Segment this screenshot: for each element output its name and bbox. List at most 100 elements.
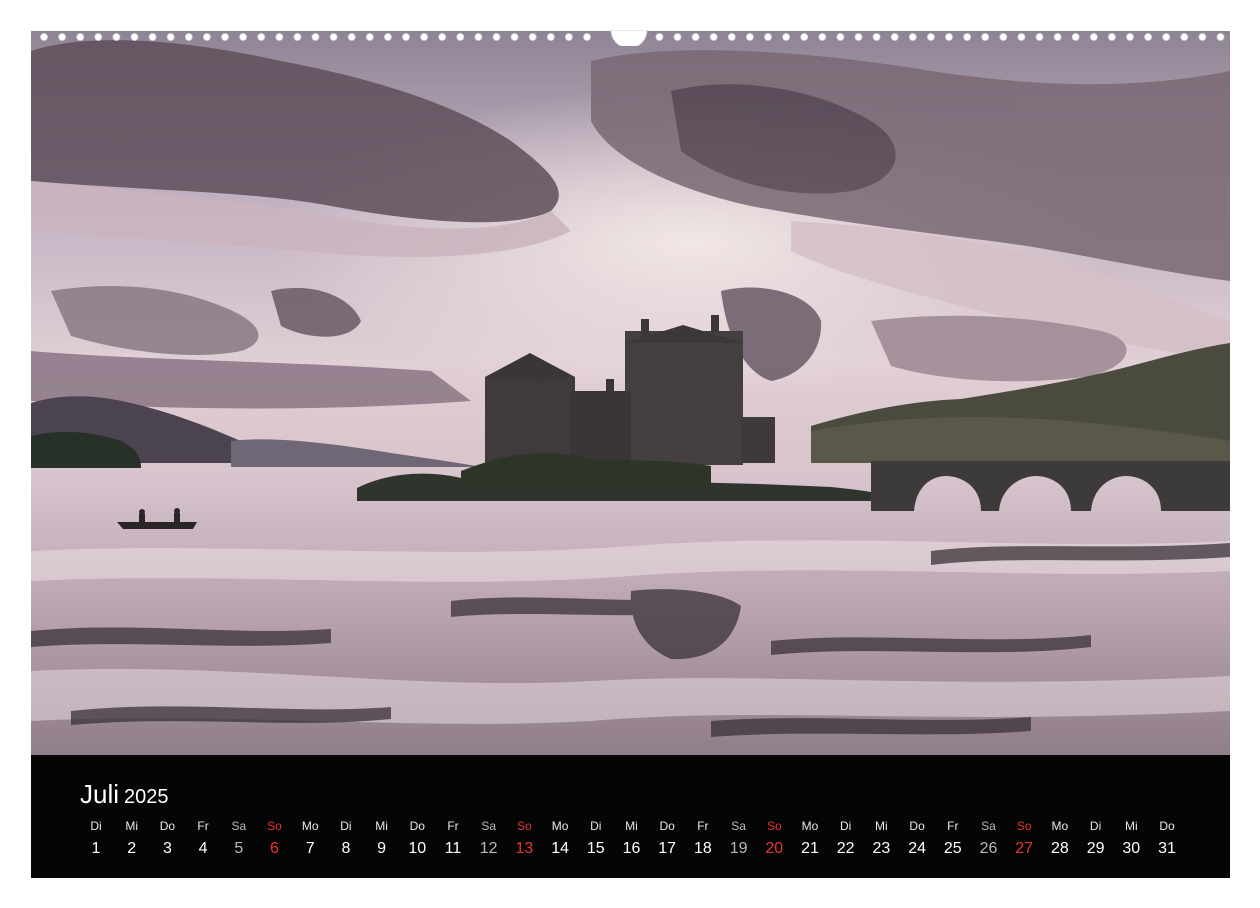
day-number: 15 bbox=[586, 840, 605, 857]
binding-hole bbox=[818, 33, 827, 41]
binding-hole bbox=[184, 33, 193, 41]
weekday-label: Mi bbox=[625, 819, 638, 833]
weekday-label: So bbox=[1016, 819, 1032, 833]
binding-hole bbox=[148, 33, 157, 41]
weekday-label: Sa bbox=[481, 819, 497, 833]
weekday-label: Di bbox=[340, 819, 352, 833]
day-1: Di 1 bbox=[76, 817, 116, 858]
weekday-label: Di bbox=[1089, 819, 1102, 833]
weekday-label: Di bbox=[590, 819, 602, 833]
binding-hole bbox=[528, 33, 537, 41]
binding-hole bbox=[239, 33, 248, 41]
day-24: Do 24 bbox=[897, 817, 937, 858]
weekday-label: Mo bbox=[1051, 819, 1069, 833]
weekday-label: Mi bbox=[875, 819, 888, 833]
day-25: Fr 25 bbox=[933, 817, 973, 858]
binding-hole bbox=[347, 33, 356, 41]
binding-hole bbox=[564, 33, 573, 41]
day-number: 2 bbox=[127, 840, 137, 857]
binding-hole bbox=[39, 33, 48, 41]
weekday-label: So bbox=[766, 819, 782, 833]
day-number: 27 bbox=[1015, 840, 1034, 857]
binding-hole bbox=[836, 33, 845, 41]
weekday-label: Mi bbox=[375, 819, 388, 833]
binding-hole bbox=[727, 33, 736, 41]
binding-hole bbox=[999, 33, 1008, 41]
binding-hole bbox=[257, 33, 266, 41]
weekday-label: Di bbox=[840, 819, 852, 833]
binding-hole bbox=[365, 33, 374, 41]
binding-hole bbox=[745, 33, 754, 41]
binding-hole bbox=[691, 33, 700, 41]
day-number: 23 bbox=[872, 840, 891, 857]
binding-hole bbox=[383, 33, 392, 41]
weekday-label: Mo bbox=[301, 819, 319, 833]
weekday-label: Do bbox=[159, 819, 176, 833]
binding-hole bbox=[583, 33, 592, 41]
day-14: Mo 14 bbox=[540, 817, 580, 858]
binding-hole bbox=[981, 33, 990, 41]
weekday-label: Fr bbox=[697, 819, 709, 833]
landscape-photo bbox=[31, 31, 1230, 755]
binding-hole bbox=[1126, 33, 1135, 41]
day-18: Fr 18 bbox=[683, 817, 723, 858]
weekday-label: Fr bbox=[197, 819, 209, 833]
month-title: Juli 2025 bbox=[80, 779, 169, 810]
day-30: Mi 30 bbox=[1111, 817, 1151, 858]
binding-hole bbox=[1107, 33, 1116, 41]
binding-hole bbox=[945, 33, 954, 41]
day-13: So 13 bbox=[504, 817, 544, 858]
binding-hole bbox=[1180, 33, 1189, 41]
day-number: 29 bbox=[1086, 840, 1105, 857]
day-number: 8 bbox=[341, 840, 351, 857]
day-26: Sa 26 bbox=[969, 817, 1009, 858]
day-10: Do 10 bbox=[397, 817, 437, 858]
day-9: Mi 9 bbox=[362, 817, 402, 858]
weekday-label: Mo bbox=[551, 819, 569, 833]
day-number: 10 bbox=[408, 840, 427, 857]
binding-hole bbox=[1035, 33, 1044, 41]
binding-hole bbox=[709, 33, 718, 41]
spiral-binding bbox=[39, 30, 1225, 46]
day-number: 5 bbox=[234, 840, 244, 857]
binding-hole bbox=[854, 33, 863, 41]
binding-hole bbox=[76, 33, 85, 41]
day-number: 21 bbox=[801, 840, 819, 857]
binding-hole bbox=[94, 33, 103, 41]
binding-hole bbox=[655, 33, 664, 41]
day-31: Do 31 bbox=[1147, 817, 1187, 858]
day-17: Do 17 bbox=[647, 817, 687, 858]
weekday-label: Do bbox=[409, 819, 425, 833]
binding-hole bbox=[510, 33, 519, 41]
weekday-label: Mo bbox=[801, 819, 819, 833]
day-number: 24 bbox=[908, 840, 926, 857]
binding-hole bbox=[890, 33, 899, 41]
binding-hole bbox=[420, 33, 429, 41]
weekday-label: Do bbox=[909, 819, 925, 833]
day-grid: Di 1 Mi 2 Do 3 Fr 4 Sa 5 So 6 Mo 7 Di 8 Mi 9 Do 10 Fr 11 Sa 12 S… bbox=[76, 817, 1196, 867]
weekday-label: Do bbox=[1159, 819, 1175, 833]
binding-hole bbox=[166, 33, 175, 41]
day-number: 1 bbox=[91, 840, 101, 857]
day-4: Fr 4 bbox=[183, 817, 223, 858]
day-6: So 6 bbox=[255, 817, 295, 858]
day-number: 18 bbox=[693, 840, 712, 857]
binding-hole bbox=[112, 33, 121, 41]
day-20: So 20 bbox=[754, 817, 794, 858]
weekday-label: Fr bbox=[447, 819, 459, 833]
binding-hole bbox=[1071, 33, 1080, 41]
day-number: 28 bbox=[1050, 840, 1069, 857]
weekday-label: Di bbox=[90, 819, 102, 833]
weekday-label: Sa bbox=[981, 819, 996, 833]
binding-hole bbox=[546, 33, 555, 41]
binding-hole bbox=[1089, 33, 1098, 41]
day-7: Mo 7 bbox=[290, 817, 330, 858]
day-number: 4 bbox=[198, 840, 208, 857]
day-8: Di 8 bbox=[326, 817, 366, 858]
binding-hole bbox=[401, 33, 410, 41]
day-11: Fr 11 bbox=[433, 817, 473, 858]
binding-hole bbox=[220, 33, 229, 41]
day-number: 31 bbox=[1158, 840, 1176, 857]
day-27: So 27 bbox=[1004, 817, 1044, 858]
day-5: Sa 5 bbox=[219, 817, 259, 858]
